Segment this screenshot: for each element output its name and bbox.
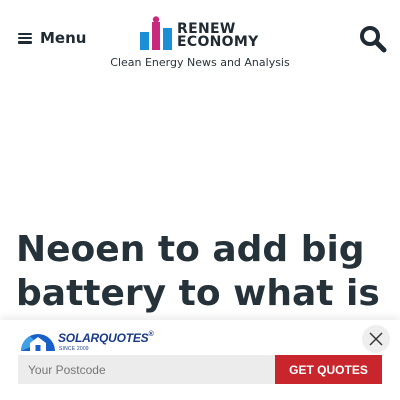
solarquotes-since: SINCE 2009 bbox=[59, 346, 89, 352]
logo-wordmark: RENEW ECONOMY bbox=[177, 22, 259, 50]
article-headline[interactable]: Neoen to add big battery to what is bbox=[16, 228, 386, 316]
logo-mark-icon bbox=[140, 16, 172, 50]
menu-label: Menu bbox=[40, 29, 87, 47]
menu-button[interactable]: Menu bbox=[18, 26, 86, 50]
solarquotes-brand: SOLARQUOTES® bbox=[58, 331, 154, 345]
solarquotes-banner: SOLARQUOTES® SINCE 2009 GET QUOTES bbox=[0, 320, 400, 400]
ad-slot bbox=[0, 90, 400, 225]
site-tagline: Clean Energy News and Analysis bbox=[110, 56, 290, 69]
close-icon bbox=[369, 332, 383, 346]
logo-line-2: ECONOMY bbox=[177, 34, 259, 50]
search-icon bbox=[360, 26, 387, 53]
solarquotes-logo[interactable]: SOLARQUOTES® SINCE 2009 bbox=[18, 324, 154, 352]
search-button[interactable] bbox=[358, 24, 388, 54]
site-header: Menu RENEW ECONOMY Clean Energy News and… bbox=[0, 0, 400, 90]
site-logo[interactable]: RENEW ECONOMY bbox=[139, 16, 264, 52]
page: Menu RENEW ECONOMY Clean Energy News and… bbox=[0, 0, 400, 400]
get-quotes-button[interactable]: GET QUOTES bbox=[275, 355, 382, 384]
house-sun-icon bbox=[21, 334, 55, 351]
close-banner-button[interactable] bbox=[362, 325, 390, 353]
hamburger-icon bbox=[18, 32, 32, 44]
postcode-input[interactable] bbox=[18, 355, 275, 384]
